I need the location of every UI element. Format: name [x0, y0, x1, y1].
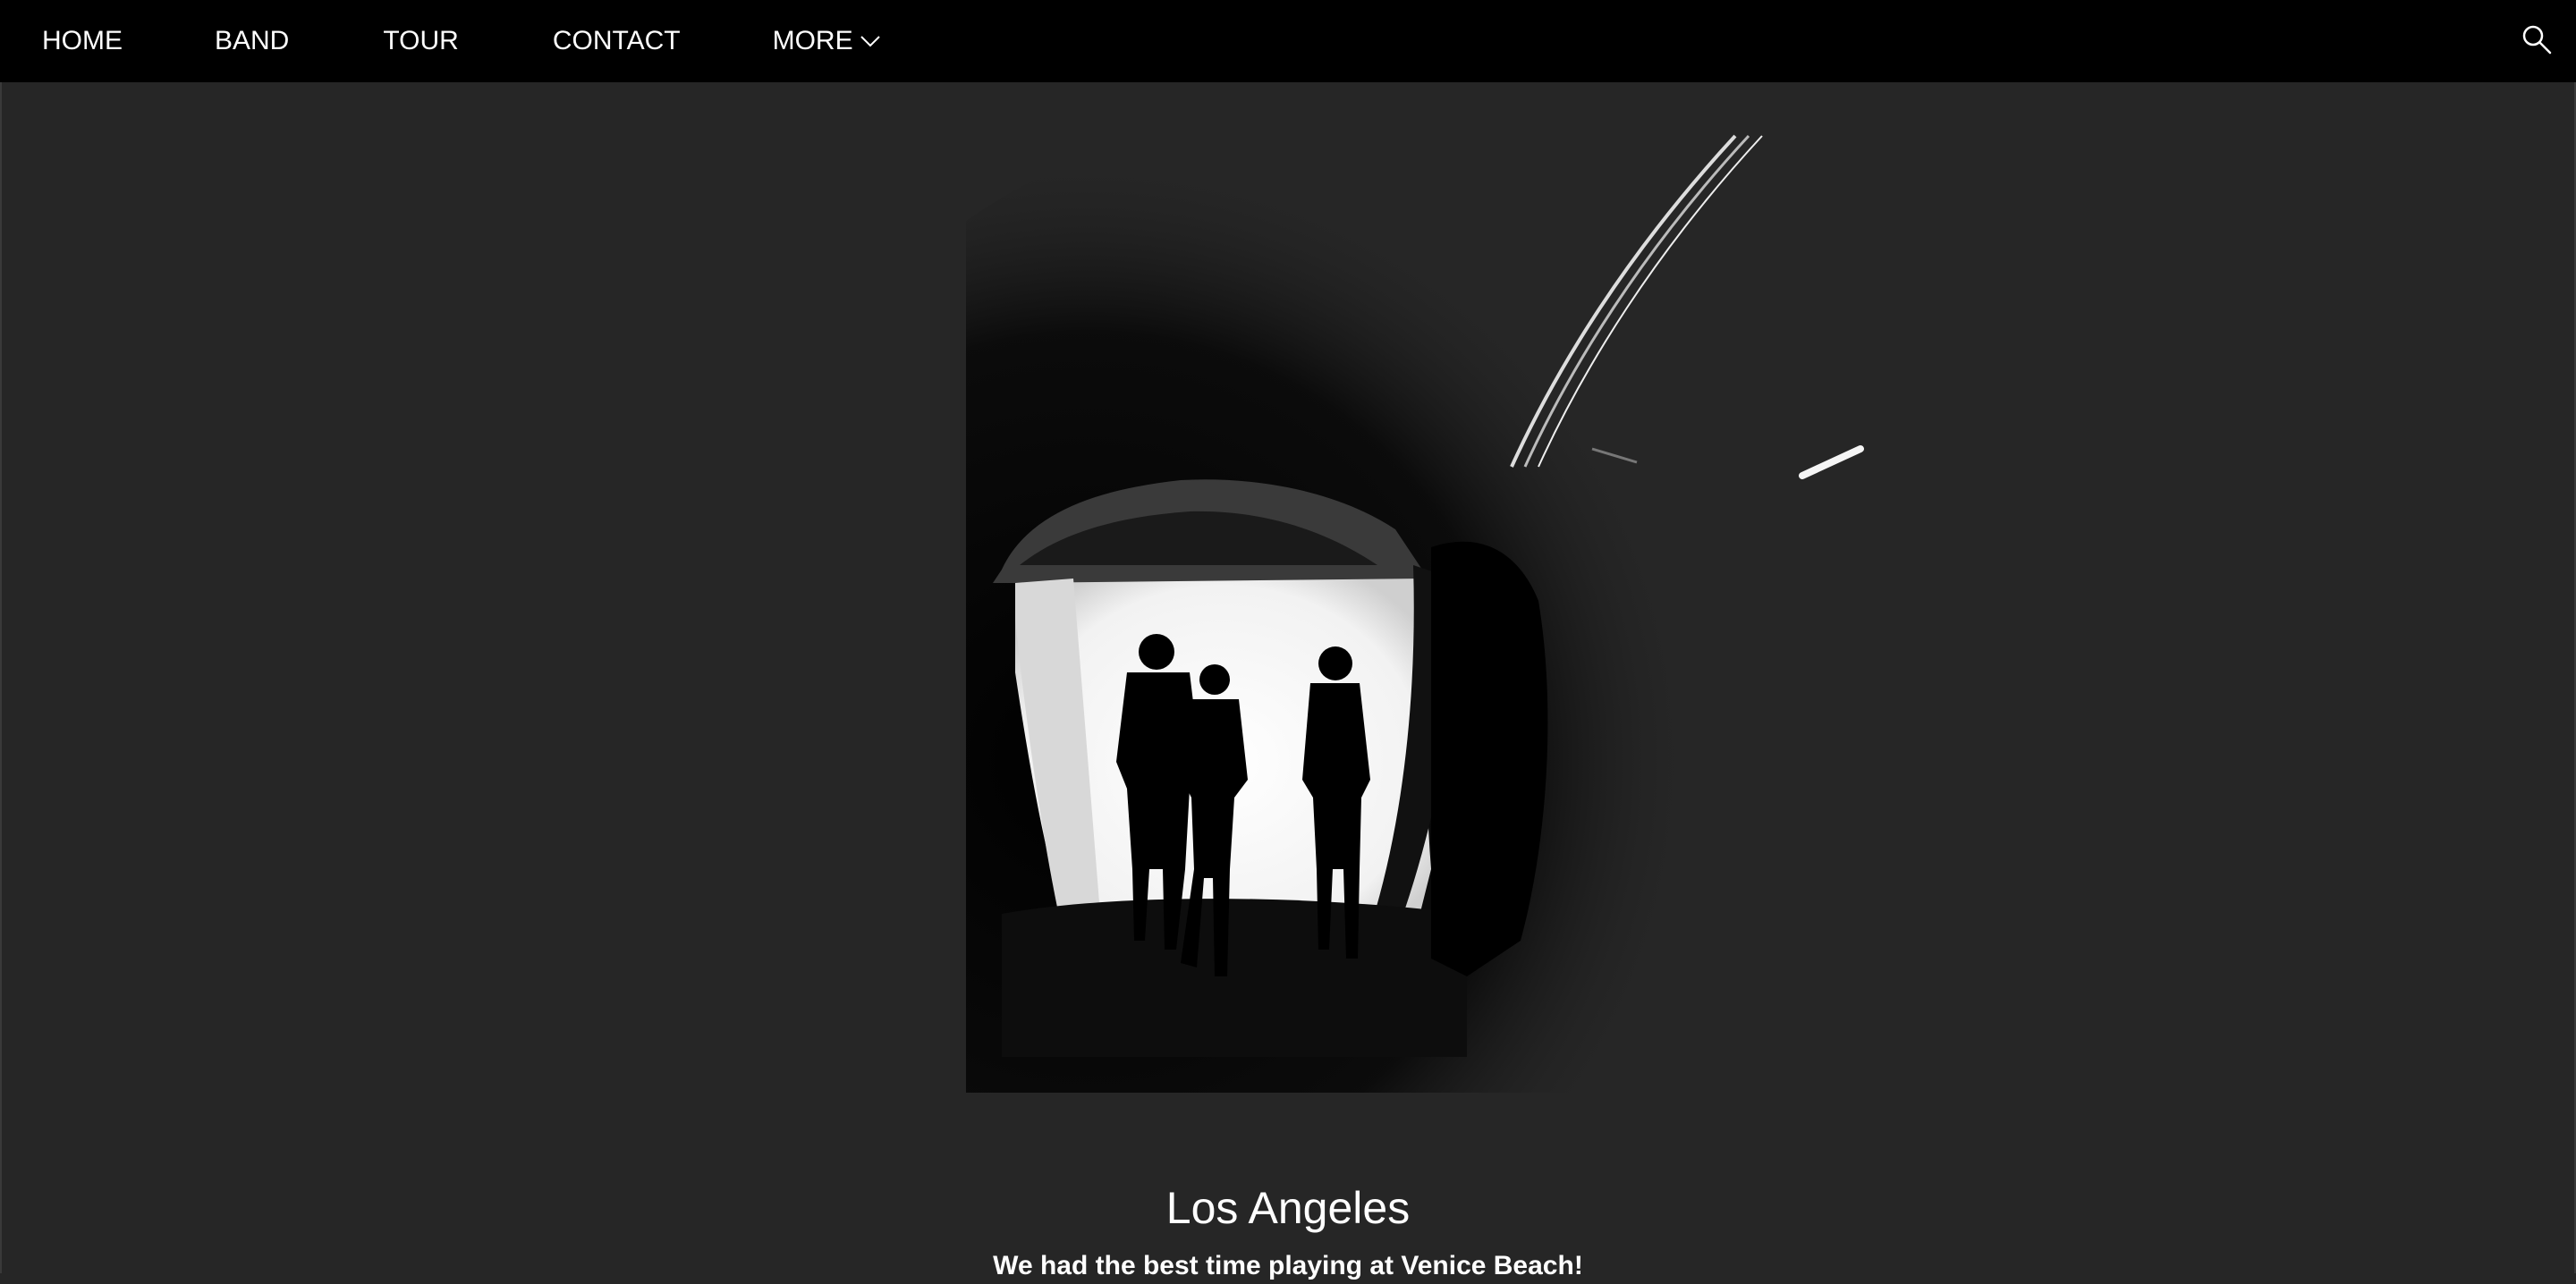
silhouettes-in-tunnel-photo: [966, 118, 1864, 1093]
chevron-down-icon: [860, 36, 880, 47]
nav-more-dropdown[interactable]: MORE: [724, 0, 923, 82]
nav-more-label: MORE: [772, 26, 853, 55]
left-page-border: [0, 82, 2, 1273]
nav-contact-label: CONTACT: [552, 26, 681, 55]
hero-section: Los Angeles: [0, 82, 2576, 1273]
nav-contact[interactable]: CONTACT: [502, 0, 724, 82]
nav-band-label: BAND: [215, 26, 290, 55]
nav-home[interactable]: HOME: [0, 0, 165, 82]
hero-description: We had the best time playing at Venice B…: [993, 1251, 1583, 1280]
nav-band[interactable]: BAND: [165, 0, 332, 82]
nav-tour-label: TOUR: [383, 26, 459, 55]
search-icon[interactable]: [2521, 23, 2553, 55]
top-navigation-bar: HOME BAND TOUR CONTACT MORE: [0, 0, 2576, 82]
nav-home-label: HOME: [42, 26, 123, 55]
nav-tour[interactable]: TOUR: [332, 0, 501, 82]
hero-title: Los Angeles: [1165, 1183, 1411, 1233]
